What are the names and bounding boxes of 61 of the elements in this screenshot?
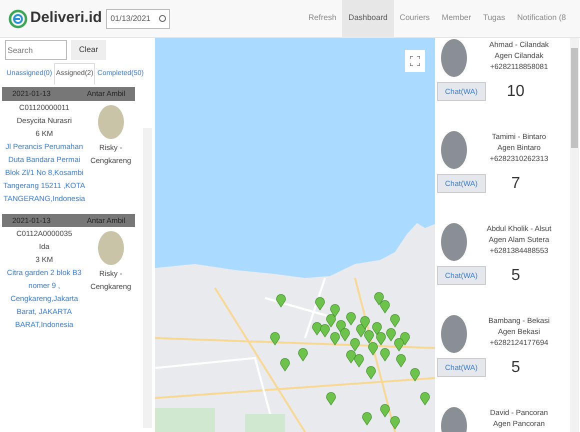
map-pin[interactable] xyxy=(374,292,384,306)
map-pin[interactable] xyxy=(356,324,366,338)
map-pin[interactable] xyxy=(390,416,400,430)
avatar xyxy=(98,104,124,138)
map-pin[interactable] xyxy=(366,366,376,380)
map-pin[interactable] xyxy=(362,412,372,426)
avatar xyxy=(441,131,467,169)
map-pin[interactable] xyxy=(330,332,340,346)
task-count: 5 xyxy=(510,270,522,280)
map-pin[interactable] xyxy=(420,392,430,406)
map-pin[interactable] xyxy=(394,338,404,352)
fullscreen-button[interactable] xyxy=(405,50,425,72)
map-pin[interactable] xyxy=(410,368,420,382)
avatar xyxy=(441,315,467,353)
avatar xyxy=(98,230,124,265)
clear-button[interactable]: Clear xyxy=(71,40,106,60)
map-pin[interactable] xyxy=(376,332,386,346)
calendar-icon xyxy=(159,15,166,22)
map-pin[interactable] xyxy=(346,312,356,326)
nav-link[interactable]: Refresh xyxy=(302,0,342,38)
avatar xyxy=(441,39,467,77)
task-count: 10 xyxy=(506,86,526,96)
map-pin[interactable] xyxy=(326,314,336,328)
logo-icon xyxy=(8,8,28,28)
map-pin[interactable] xyxy=(354,354,364,368)
nav-link[interactable]: Member xyxy=(436,0,478,38)
map-pin[interactable] xyxy=(312,322,322,336)
map-pin[interactable] xyxy=(380,404,390,418)
map-pin[interactable] xyxy=(346,350,356,364)
nav-link[interactable]: Notification (8 xyxy=(511,0,572,38)
map-pin[interactable] xyxy=(326,392,336,406)
search-field[interactable]: Search xyxy=(4,40,66,60)
map-pin[interactable] xyxy=(340,328,350,342)
map-pin[interactable] xyxy=(380,300,390,314)
brand-name: Deliveri.id xyxy=(30,8,102,28)
map-pin[interactable] xyxy=(380,348,390,362)
map-pin[interactable] xyxy=(280,358,290,372)
map-pin[interactable] xyxy=(368,342,378,356)
map-pin[interactable] xyxy=(364,330,374,344)
nav-link[interactable]: Tugas xyxy=(477,0,512,38)
map-pin[interactable] xyxy=(315,297,325,310)
map-pin[interactable] xyxy=(386,328,396,342)
map-pin[interactable] xyxy=(350,338,360,352)
nav-link[interactable]: Dashboard xyxy=(342,0,394,38)
map-pin[interactable] xyxy=(336,320,346,334)
map-pin[interactable] xyxy=(396,354,406,368)
task-count: 7 xyxy=(510,178,522,188)
date-field[interactable]: 01/13/2021 xyxy=(106,8,170,28)
map-pin[interactable] xyxy=(298,348,308,362)
map-pin[interactable] xyxy=(390,314,400,328)
fullscreen-icon xyxy=(410,56,420,66)
nav-link[interactable]: Couriers xyxy=(394,0,436,38)
map-pin[interactable] xyxy=(276,294,286,308)
map-pin[interactable] xyxy=(400,332,410,346)
map-pin[interactable] xyxy=(372,322,382,336)
map-pin[interactable] xyxy=(320,324,330,338)
avatar xyxy=(441,223,467,261)
map-pin[interactable] xyxy=(330,304,340,318)
task-count: 5 xyxy=(510,362,522,372)
map-pin[interactable] xyxy=(360,316,370,330)
map-pin[interactable] xyxy=(270,332,280,346)
